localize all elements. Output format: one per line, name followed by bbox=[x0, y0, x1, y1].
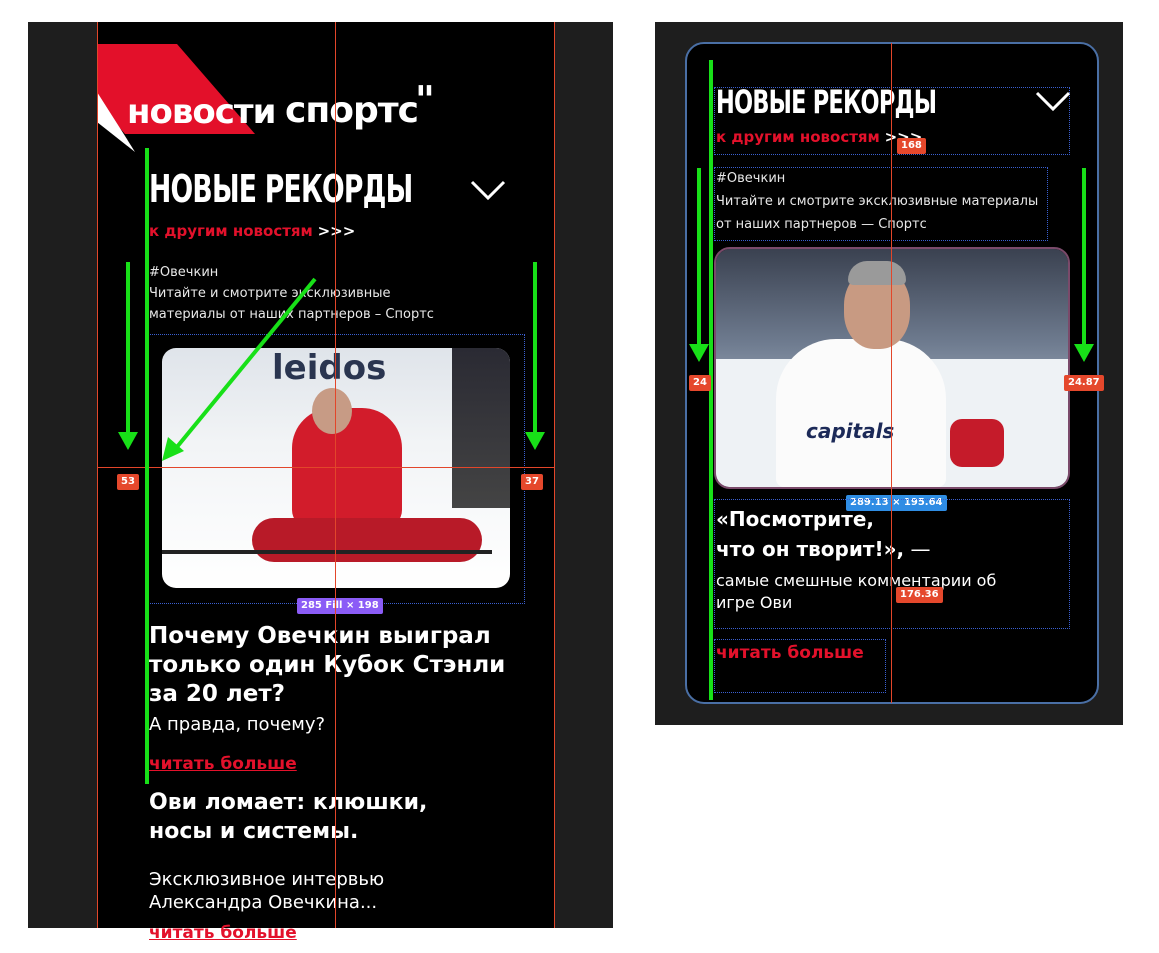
player-legs bbox=[252, 518, 482, 562]
jersey-logo: capitals bbox=[806, 419, 895, 443]
measure-badge-left: 24 bbox=[689, 375, 711, 391]
back-link[interactable]: к другим новостям >>> bbox=[149, 222, 355, 240]
guide-line bbox=[97, 467, 554, 468]
guide-line bbox=[891, 43, 892, 703]
page-title: НОВЫЕ РЕКОРДЫ bbox=[716, 83, 937, 121]
quote-dash: — bbox=[910, 537, 931, 561]
article1-title[interactable]: Почему Овечкин выиграл только один Кубок… bbox=[149, 622, 519, 709]
arrow-down-icon bbox=[1074, 168, 1094, 362]
intro-text: Читайте и смотрите эксклюзивные материал… bbox=[716, 194, 1039, 232]
measure-badge-right: 24.87 bbox=[1064, 375, 1104, 391]
arrow-diagonal-icon bbox=[162, 277, 317, 461]
measure-badge-bottom: 176.36 bbox=[896, 587, 943, 603]
logo-quote-mark: " bbox=[415, 78, 435, 122]
chevron-down-icon[interactable] bbox=[1034, 89, 1072, 113]
article2-read-more[interactable]: читать больше bbox=[149, 923, 297, 943]
logo-text-news: новости bbox=[127, 92, 276, 132]
guide-line bbox=[554, 22, 555, 928]
arrow-down-icon bbox=[525, 262, 545, 450]
back-link-text: к другим новостям bbox=[716, 128, 880, 146]
player-jersey bbox=[776, 339, 946, 487]
measure-badge-right: 37 bbox=[521, 474, 543, 490]
guide-line bbox=[97, 22, 98, 928]
tag-label[interactable]: #Овечкин bbox=[716, 168, 785, 189]
article1-subtitle: А правда, почему? bbox=[149, 714, 326, 735]
back-link-text: к другим новостям bbox=[149, 222, 313, 240]
article2-title[interactable]: Ови ломает: клюшки, носы и системы. bbox=[149, 788, 479, 846]
player-glove bbox=[950, 419, 1004, 467]
article1-read-more[interactable]: читать больше bbox=[149, 754, 297, 774]
image-dimension-badge: 285 Fill × 198 bbox=[297, 598, 383, 614]
article2-subtitle: Эксклюзивное интервью Александра Овечкин… bbox=[149, 869, 385, 913]
arrow-down-icon bbox=[118, 262, 138, 450]
quote-title-line1[interactable]: «Посмотрите, bbox=[716, 507, 874, 531]
hockey-photo-white: capitals bbox=[714, 247, 1070, 489]
background-player bbox=[452, 348, 510, 508]
logo-text-sports: спортс bbox=[285, 90, 419, 131]
margin-marker-line bbox=[145, 148, 149, 784]
left-artboard: новости спортс " НОВЫЕ РЕКОРДЫ к другим … bbox=[97, 22, 554, 943]
guide-line bbox=[335, 22, 336, 928]
right-artboard: НОВЫЕ РЕКОРДЫ к другим новостям >>> 168 … bbox=[685, 42, 1099, 704]
hockey-stick bbox=[162, 550, 492, 554]
back-link-arrows: >>> bbox=[317, 222, 356, 240]
read-more-link[interactable]: читать больше bbox=[716, 643, 864, 663]
measure-badge-left: 53 bbox=[117, 474, 139, 490]
arrow-down-icon bbox=[689, 168, 709, 362]
player-hair bbox=[848, 261, 906, 285]
quote-title-line2[interactable]: что он творит!», — bbox=[716, 537, 930, 561]
measure-badge-top: 168 bbox=[897, 138, 926, 154]
quote-description: самые смешные комментарии об игре Ови bbox=[716, 571, 997, 612]
quote-title-text: что он творит!», bbox=[716, 537, 905, 561]
chevron-down-icon[interactable] bbox=[469, 178, 507, 202]
page-title: НОВЫЕ РЕКОРДЫ bbox=[149, 167, 413, 211]
